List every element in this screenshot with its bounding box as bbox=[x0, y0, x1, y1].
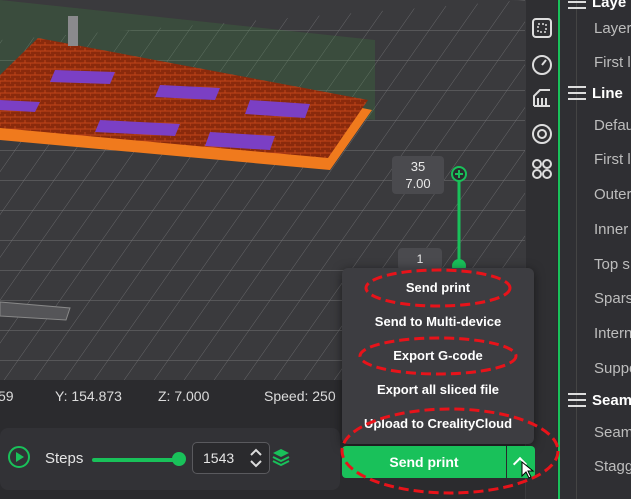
setting-item[interactable]: Defau bbox=[594, 117, 631, 134]
seam-icon[interactable] bbox=[530, 122, 554, 146]
steps-label: Steps bbox=[45, 450, 84, 467]
stepper-icon[interactable] bbox=[249, 447, 263, 469]
menu-upload-crealitycloud[interactable]: Upload to CrealityCloud bbox=[342, 416, 534, 431]
steps-slider[interactable] bbox=[92, 458, 180, 462]
setting-item[interactable]: Seam bbox=[594, 424, 631, 441]
layer-top-height: 7.00 bbox=[405, 176, 431, 191]
steps-slider-knob[interactable] bbox=[172, 452, 186, 466]
y-readout: Y: 154.873 bbox=[55, 388, 122, 404]
layer-top-readout: 35 7.00 bbox=[392, 156, 444, 194]
section-layer[interactable]: Laye bbox=[568, 0, 626, 11]
setting-item[interactable]: First l bbox=[594, 151, 631, 168]
setting-item[interactable]: Top s bbox=[594, 256, 630, 273]
section-seam[interactable]: Seam bbox=[568, 392, 631, 409]
chevron-up-icon[interactable] bbox=[507, 446, 535, 478]
steps-input[interactable]: 1543 bbox=[192, 442, 270, 474]
play-icon[interactable] bbox=[8, 446, 30, 468]
setting-item[interactable]: Spars bbox=[594, 290, 631, 307]
section-line[interactable]: Line bbox=[568, 85, 623, 102]
layers-icon bbox=[568, 0, 586, 9]
x-readout: 59 bbox=[0, 388, 14, 404]
send-print-button[interactable]: Send print bbox=[342, 446, 506, 478]
z-readout: Z: 7.000 bbox=[158, 388, 210, 404]
layer-bottom-readout: 1 bbox=[398, 248, 442, 270]
speedometer-icon[interactable] bbox=[530, 52, 554, 76]
setting-item[interactable]: Layer bbox=[594, 20, 631, 37]
export-menu: Send print Send to Multi-device Export G… bbox=[342, 268, 534, 444]
layers-view-icon[interactable] bbox=[272, 448, 290, 468]
seam-section-icon bbox=[568, 393, 586, 407]
speed-readout: Speed: 250 bbox=[264, 388, 336, 404]
layer-top-number: 35 bbox=[410, 159, 426, 174]
menu-export-gcode[interactable]: Export G-code bbox=[342, 348, 534, 363]
setting-item[interactable]: Suppo bbox=[594, 360, 631, 377]
setting-item[interactable]: Stagg bbox=[594, 458, 631, 475]
small-object[interactable] bbox=[68, 16, 78, 46]
layout-icon[interactable] bbox=[530, 16, 554, 40]
menu-export-all-sliced[interactable]: Export all sliced file bbox=[342, 382, 534, 397]
print-settings-panel: Laye Layer First l Line Defau First l Ou… bbox=[558, 0, 631, 499]
setting-item[interactable]: Inner bbox=[594, 221, 628, 238]
setting-item[interactable]: Intern bbox=[594, 325, 631, 342]
steps-value: 1543 bbox=[203, 450, 235, 466]
gcode-playback-bar: Steps 1543 bbox=[0, 428, 340, 490]
setting-item[interactable]: First l bbox=[594, 54, 631, 71]
setting-item[interactable]: Outer bbox=[594, 186, 631, 203]
support-icon[interactable] bbox=[530, 86, 554, 110]
plugin-icon[interactable] bbox=[530, 157, 554, 181]
menu-send-to-multi-device[interactable]: Send to Multi-device bbox=[342, 314, 534, 329]
menu-send-print[interactable]: Send print bbox=[342, 280, 534, 295]
line-width-icon bbox=[568, 86, 586, 100]
